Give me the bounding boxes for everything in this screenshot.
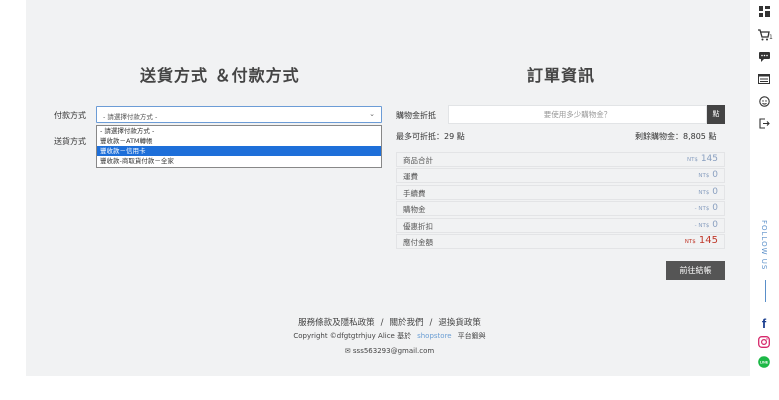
payment-method-label: 付款方式 [54, 111, 86, 120]
summary-label: 手續費 [403, 189, 426, 198]
summary-label: 商品合計 [403, 156, 433, 165]
line-icon[interactable]: LINE [757, 356, 771, 371]
summary-value: NT$ 0 [698, 187, 718, 197]
summary-label: 運費 [403, 172, 418, 181]
summary-row: 商品合計 NT$ 145 [396, 152, 725, 167]
email-text[interactable]: sss563293@gmail.com [353, 347, 434, 355]
svg-text:LINE: LINE [760, 361, 769, 365]
summary-row: 運費 NT$ 0 [396, 168, 725, 183]
points-input[interactable]: 要使用多少購物金？ [448, 105, 707, 124]
footer-links: 服務條款及隱私政策 / 關於我們 / 退換貨政策 [298, 318, 481, 328]
order-info-title: 訂單資訊 [527, 66, 596, 85]
summary-value: - NT$ 0 [694, 203, 718, 213]
cart-icon[interactable]: 1 [757, 29, 773, 44]
apply-points-button[interactable]: 點 [707, 105, 725, 124]
chevron-down-icon: ⌄ [369, 110, 375, 118]
payment-option-selected[interactable]: 豐收款－信用卡 [97, 146, 381, 156]
return-policy-link[interactable]: 退換貨政策 [438, 318, 481, 328]
order-list-icon[interactable] [757, 74, 771, 87]
summary-label: 應付金額 [403, 238, 433, 247]
payment-options-dropdown: - 請選擇付款方式 - 豐收款－ATM轉帳 豐收款－信用卡 豐收款-商取貨付款－… [96, 125, 382, 168]
summary-value: NT$ 145 [686, 154, 718, 164]
copyright-text: Copyright ©dfgtgtrhjuy Alice 基於 [293, 332, 412, 340]
summary-total-value: NT$ 145 [684, 235, 718, 246]
brand-link[interactable]: shopstore [417, 332, 452, 340]
shipping-payment-title: 送貨方式 ＆付款方式 [140, 66, 300, 85]
cart-count: 1 [769, 34, 773, 41]
instagram-icon[interactable] [757, 336, 771, 351]
facebook-icon[interactable]: f [757, 316, 771, 331]
follow-divider [765, 280, 766, 302]
payment-select-value: - 請選擇付款方式 - [103, 113, 158, 121]
points-label: 購物金折抵 [396, 111, 436, 120]
remaining-points-text: 剩餘購物金：8,805 點 [635, 132, 717, 141]
summary-row: 優惠折扣 - NT$ 0 [396, 218, 725, 233]
summary-row: 購物金 - NT$ 0 [396, 201, 725, 216]
platform-text: 平台鍛與 [457, 332, 486, 340]
summary-label: 優惠折扣 [403, 222, 433, 231]
payment-option[interactable]: 豐收款－ATM轉帳 [97, 136, 381, 146]
logout-icon[interactable] [757, 118, 771, 132]
follow-us-text: FOLLOW US [760, 220, 768, 271]
shipping-method-label: 送貨方式 [54, 137, 86, 146]
summary-row: 手續費 NT$ 0 [396, 185, 725, 200]
payment-option[interactable]: - 請選擇付款方式 - [97, 126, 381, 136]
payment-option[interactable]: 豐收款-商取貨付款－全家 [97, 156, 381, 166]
payment-method-select[interactable]: - 請選擇付款方式 - ⌄ [96, 106, 382, 123]
summary-value: NT$ 0 [698, 170, 718, 180]
message-icon[interactable] [757, 52, 771, 65]
summary-value: - NT$ 0 [694, 220, 718, 230]
checkout-button[interactable]: 前往結帳 [666, 261, 725, 280]
about-link[interactable]: 關於我們 [389, 318, 423, 328]
copyright: Copyright ©dfgtgtrhjuy Alice 基於 shopstore… [0, 331, 779, 341]
terms-link[interactable]: 服務條款及隱私政策 [298, 318, 375, 328]
user-face-icon[interactable] [757, 96, 771, 110]
grid-icon[interactable] [757, 6, 771, 20]
mail-icon: ✉ [344, 347, 351, 355]
max-deduct-text: 最多可折抵：29 點 [396, 132, 465, 141]
summary-row-total: 應付金額 NT$ 145 [396, 234, 725, 249]
summary-label: 購物金 [403, 205, 426, 214]
email: ✉ sss563293@gmail.com [0, 347, 779, 355]
